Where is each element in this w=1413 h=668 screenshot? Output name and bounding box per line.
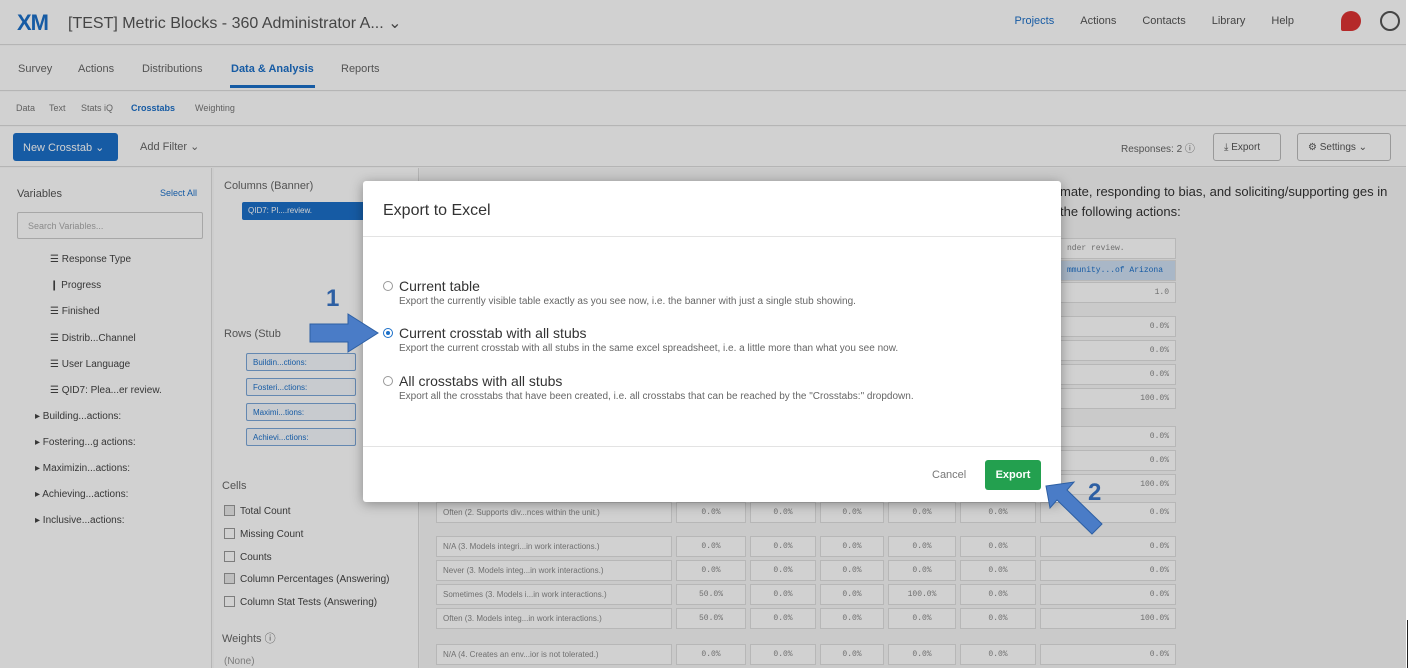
dialog-title: Export to Excel [383,202,491,219]
option-label: Current crosstab with all stubs [399,325,587,341]
option-description: Export the current crosstab with all stu… [399,343,899,354]
option-description: Export all the crosstabs that have been … [399,391,914,402]
radio-current-crosstab[interactable] [383,328,393,338]
export-to-excel-dialog: Export to Excel Current table Export the… [363,181,1061,502]
radio-current-table[interactable] [383,281,393,291]
option-label: All crosstabs with all stubs [399,373,563,389]
divider [363,236,1061,237]
edge-line [1407,620,1408,668]
divider [363,446,1061,447]
cancel-button[interactable]: Cancel [932,469,966,481]
arrow-up-left-icon [1045,481,1103,535]
option-label: Current table [399,278,480,294]
option-description: Export the currently visible table exact… [399,296,856,307]
arrow-right-icon [309,313,379,353]
step-1-label: 1 [326,285,340,312]
radio-all-crosstabs[interactable] [383,376,393,386]
export-button[interactable]: Export [985,460,1041,490]
